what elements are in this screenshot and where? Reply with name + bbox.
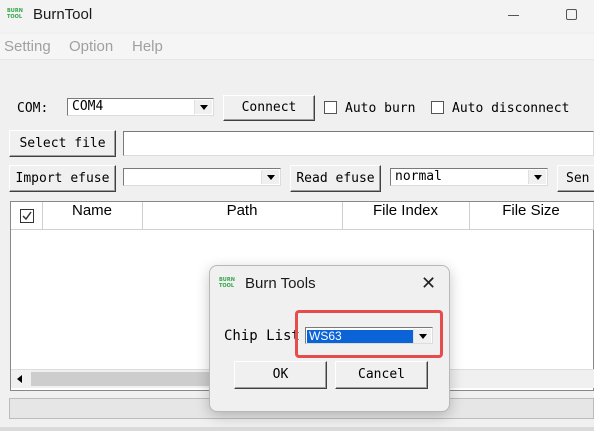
ok-button[interactable]: OK — [234, 361, 327, 389]
auto-burn-checkbox[interactable] — [324, 101, 337, 114]
efuse-select[interactable] — [123, 168, 281, 186]
column-header-file-index[interactable]: File Index — [342, 202, 470, 230]
scroll-left-button[interactable] — [11, 370, 28, 388]
chevron-down-icon[interactable] — [194, 100, 212, 114]
maximize-button[interactable] — [566, 9, 577, 20]
table-header: Name Path File Index File Size — [11, 202, 594, 230]
column-header-file-size[interactable]: File Size — [469, 202, 594, 230]
com-select[interactable]: COM4 — [67, 98, 214, 116]
com-select-value: COM4 — [72, 99, 104, 114]
caret-left-icon — [17, 375, 22, 383]
select-file-button[interactable]: Select file — [9, 130, 116, 157]
com-label: COM: — [17, 101, 49, 116]
bottom-edge — [0, 427, 594, 431]
checkbox-checked-icon — [19, 209, 34, 223]
send-button[interactable]: Sen — [557, 165, 594, 192]
app-logo-icon: BURN TOOL — [7, 8, 23, 20]
column-header-path[interactable]: Path — [142, 202, 343, 230]
read-efuse-button[interactable]: Read efuse — [290, 165, 381, 192]
mode-select[interactable]: normal — [390, 168, 548, 186]
connect-button[interactable]: Connect — [223, 95, 315, 121]
title-bar: BURN TOOL BurnTool — [0, 0, 594, 32]
scroll-thumb[interactable] — [31, 372, 211, 386]
menu-setting[interactable]: Setting — [4, 38, 51, 55]
chip-list-label: Chip List — [224, 328, 300, 344]
file-path-input[interactable] — [123, 131, 594, 156]
mode-select-value: normal — [395, 169, 442, 184]
dialog-title: Burn Tools — [245, 275, 316, 292]
auto-disconnect-label: Auto disconnect — [452, 101, 570, 116]
close-icon[interactable]: ✕ — [421, 273, 436, 294]
chevron-down-icon[interactable] — [261, 170, 279, 184]
highlight-box — [295, 310, 443, 358]
menu-help[interactable]: Help — [132, 38, 163, 55]
cancel-button[interactable]: Cancel — [335, 361, 428, 389]
menu-bar: Setting Option Help — [0, 34, 594, 60]
import-efuse-button[interactable]: Import efuse — [9, 165, 116, 192]
auto-disconnect-checkbox[interactable] — [431, 101, 444, 114]
menu-option[interactable]: Option — [69, 38, 113, 55]
column-header-name[interactable]: Name — [42, 202, 143, 230]
minimize-button[interactable] — [508, 15, 519, 16]
chevron-down-icon[interactable] — [528, 170, 546, 184]
app-logo-icon: BURN TOOL — [219, 277, 235, 289]
window-title: BurnTool — [33, 6, 93, 23]
select-all-checkbox[interactable] — [11, 202, 43, 230]
auto-burn-label: Auto burn — [345, 101, 416, 116]
